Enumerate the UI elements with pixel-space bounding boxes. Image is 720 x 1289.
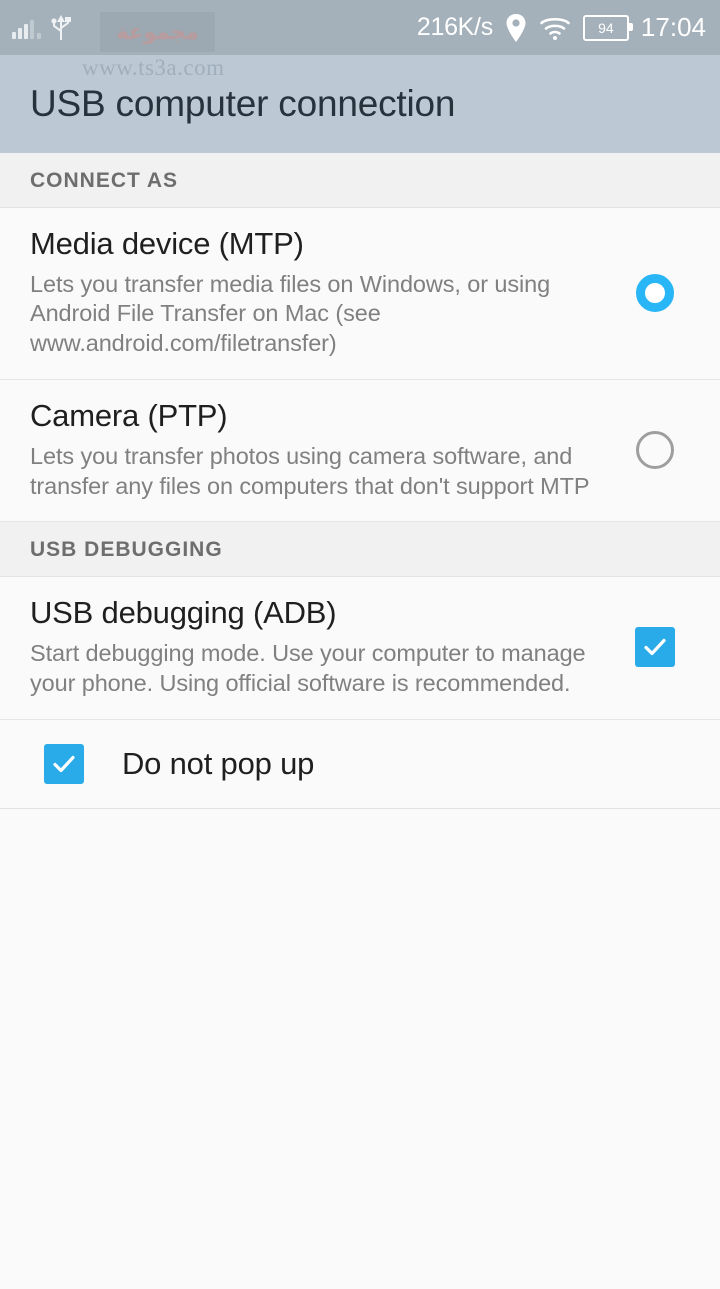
- list-item-control[interactable]: [620, 430, 690, 469]
- list-item-title: Media device (MTP): [30, 226, 304, 261]
- radio-button-ptp[interactable]: [636, 430, 674, 469]
- list-item-subtitle: Lets you transfer media files on Windows…: [30, 270, 551, 357]
- watermark-badge: مجموعة: [100, 12, 215, 52]
- list-item-control[interactable]: [620, 273, 690, 312]
- list-item-camera-ptp[interactable]: Camera (PTP) Lets you transfer photos us…: [0, 380, 720, 523]
- list-item-text: Media device (MTP) Lets you transfer med…: [30, 226, 620, 359]
- section-header-connect-as: CONNECT AS: [0, 153, 720, 208]
- network-speed-text: 216K/s: [416, 13, 493, 41]
- status-bar: 216K/s 94 17:04 مجموعة: [0, 0, 720, 55]
- signal-bars-icon: [12, 17, 41, 39]
- checkbox-do-not-pop-up[interactable]: [44, 743, 84, 784]
- clock-text: 17:04: [640, 12, 706, 42]
- watermark-url: www.ts3a.com: [82, 55, 225, 80]
- list-item-subtitle: Lets you transfer photos using camera so…: [30, 442, 590, 499]
- check-icon: [644, 638, 666, 656]
- section-header-label: CONNECT AS: [30, 169, 179, 192]
- battery-icon: 94: [582, 14, 633, 41]
- section-header-usb-debugging: USB DEBUGGING: [0, 522, 720, 578]
- radio-button-mtp[interactable]: [636, 273, 674, 312]
- watermark-badge-text: مجموعة: [116, 20, 199, 44]
- do-not-pop-up-label: Do not pop up: [122, 745, 315, 781]
- list-item-subtitle: Start debugging mode. Use your computer …: [30, 639, 586, 696]
- location-pin-icon: [505, 13, 527, 43]
- empty-space: [0, 808, 720, 1289]
- list-item-title: Camera (PTP): [30, 398, 228, 434]
- settings-list: CONNECT AS Media device (MTP) Lets you t…: [0, 153, 720, 1289]
- list-item-control[interactable]: [620, 627, 690, 667]
- list-item-title: USB debugging (ADB): [30, 595, 337, 631]
- usb-icon: [50, 14, 72, 42]
- list-item-media-device-mtp[interactable]: Media device (MTP) Lets you transfer med…: [0, 208, 720, 381]
- page-title: USB computer connection: [30, 83, 456, 124]
- section-header-label: USB DEBUGGING: [30, 538, 223, 562]
- battery-level-text: 94: [598, 19, 614, 36]
- list-item-do-not-pop-up[interactable]: Do not pop up: [0, 719, 720, 809]
- wifi-icon: [539, 15, 571, 41]
- checkbox-usb-debugging[interactable]: [635, 627, 675, 667]
- status-bar-left: [12, 14, 72, 42]
- list-item-usb-debugging-adb[interactable]: USB debugging (ADB) Start debugging mode…: [0, 577, 720, 720]
- status-bar-right: 216K/s 94 17:04: [417, 12, 706, 43]
- list-item-text: USB debugging (ADB) Start debugging mode…: [30, 595, 620, 698]
- check-icon: [53, 755, 75, 772]
- list-item-text: Camera (PTP) Lets you transfer photos us…: [30, 398, 620, 501]
